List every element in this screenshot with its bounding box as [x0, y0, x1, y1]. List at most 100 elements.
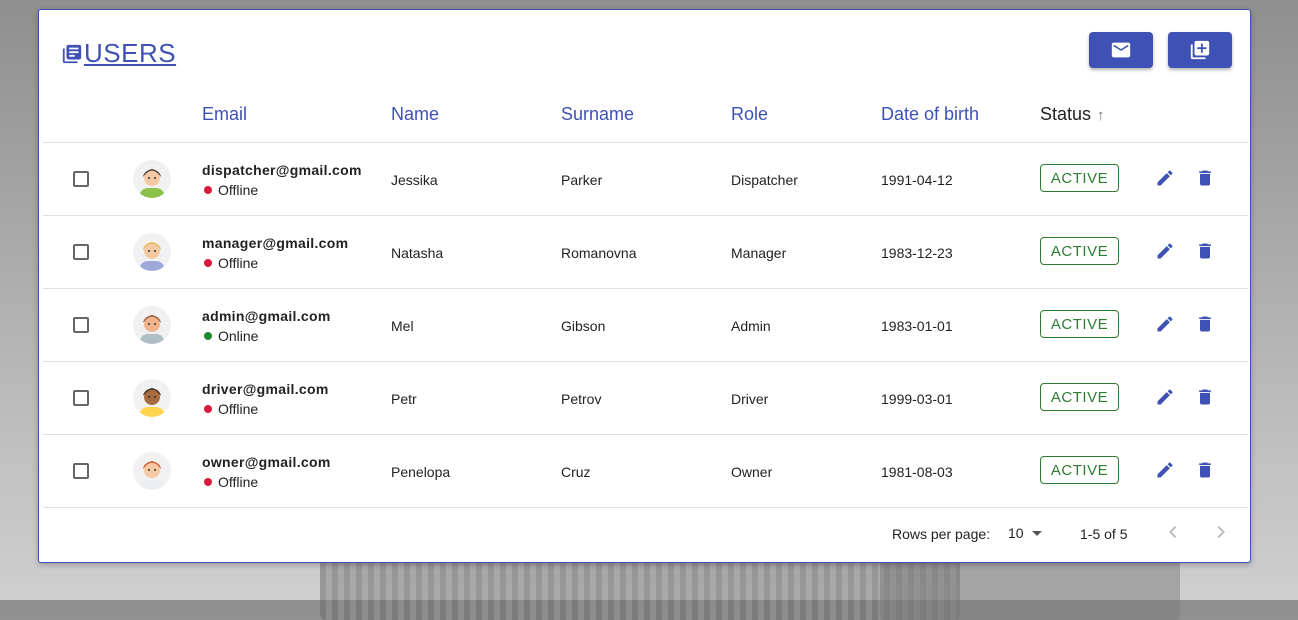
user-name: Petr: [391, 391, 417, 407]
mail-icon: [1111, 42, 1131, 58]
user-role: Driver: [731, 391, 769, 407]
edit-button[interactable]: [1155, 168, 1175, 188]
user-dob: 1991-04-12: [881, 172, 953, 188]
table-row: owner@gmail.com Offline Penelopa Cruz Ow…: [43, 435, 1248, 508]
presence-status: Online: [204, 328, 258, 344]
pencil-icon: [1157, 462, 1173, 478]
status-badge: ACTIVE: [1040, 237, 1119, 265]
presence-status: Offline: [204, 474, 258, 490]
users-card: USERS Email Name Surname Role Date of bi…: [38, 9, 1251, 563]
edit-button[interactable]: [1155, 460, 1175, 480]
trash-icon: [1199, 389, 1211, 405]
column-header-email[interactable]: Email: [202, 104, 247, 125]
arrow-up-icon: ↑: [1097, 107, 1105, 124]
presence-status: Offline: [204, 182, 258, 198]
woman-blonde-avatar: [133, 233, 171, 271]
library-add-icon: [1190, 40, 1210, 60]
add-user-button[interactable]: [1168, 32, 1232, 68]
user-email: dispatcher@gmail.com: [202, 162, 362, 178]
page-title-group: USERS: [61, 38, 176, 69]
user-role: Admin: [731, 318, 771, 334]
edit-button[interactable]: [1155, 314, 1175, 334]
mail-button[interactable]: [1089, 32, 1153, 68]
delete-button[interactable]: [1195, 460, 1215, 480]
presence-label: Online: [218, 328, 259, 344]
user-email: driver@gmail.com: [202, 381, 329, 397]
presence-label: Offline: [218, 255, 259, 271]
pencil-icon: [1157, 389, 1173, 405]
row-checkbox[interactable]: [73, 317, 89, 333]
user-email: manager@gmail.com: [202, 235, 349, 251]
trash-icon: [1199, 462, 1211, 478]
previous-page-button[interactable]: [1161, 520, 1185, 544]
presence-dot-icon: [204, 478, 212, 486]
user-email: owner@gmail.com: [202, 454, 331, 470]
user-surname: Cruz: [561, 464, 591, 480]
presence-status: Offline: [204, 255, 258, 271]
avatar-illustration: [140, 242, 164, 271]
column-header-surname[interactable]: Surname: [561, 104, 634, 125]
user-surname: Romanovna: [561, 245, 637, 261]
presence-dot-icon: [204, 186, 212, 194]
chevron-right-icon: [1217, 526, 1225, 538]
user-surname: Gibson: [561, 318, 606, 334]
delete-button[interactable]: [1195, 168, 1215, 188]
trash-icon: [1199, 316, 1211, 332]
column-header-role[interactable]: Role: [731, 104, 768, 125]
table-header: Email Name Surname Role Date of birth St…: [43, 82, 1248, 143]
man-dark-avatar: [133, 379, 171, 417]
user-dob: 1981-08-03: [881, 464, 953, 480]
user-surname: Petrov: [561, 391, 602, 407]
user-dob: 1983-01-01: [881, 318, 953, 334]
status-badge: ACTIVE: [1040, 310, 1119, 338]
avatar-illustration: [140, 315, 164, 344]
woman-braid-avatar: [133, 160, 171, 198]
user-role: Dispatcher: [731, 172, 798, 188]
page-title[interactable]: USERS: [84, 38, 176, 69]
delete-button[interactable]: [1195, 241, 1215, 261]
rows-per-page-select[interactable]: 10: [1008, 525, 1042, 541]
table-row: manager@gmail.com Offline Natasha Romano…: [43, 216, 1248, 289]
column-header-dob[interactable]: Date of birth: [881, 104, 979, 125]
presence-label: Offline: [218, 474, 259, 490]
background-trailer: [880, 560, 1180, 620]
user-name: Natasha: [391, 245, 444, 261]
user-surname: Parker: [561, 172, 603, 188]
avatar-illustration: [140, 461, 164, 490]
column-header-status[interactable]: Status ↑: [1040, 104, 1105, 125]
column-header-name[interactable]: Name: [391, 104, 439, 125]
library-books-icon: [62, 44, 82, 63]
rows-per-page-value: 10: [1008, 525, 1024, 541]
user-role: Owner: [731, 464, 773, 480]
chevron-down-icon: [1031, 530, 1042, 536]
row-checkbox[interactable]: [73, 463, 89, 479]
user-name: Mel: [391, 318, 414, 334]
man-beard-avatar: [133, 306, 171, 344]
row-checkbox[interactable]: [73, 244, 89, 260]
user-email: admin@gmail.com: [202, 308, 331, 324]
table-row: dispatcher@gmail.com Offline Jessika Par…: [43, 143, 1248, 216]
row-checkbox[interactable]: [73, 390, 89, 406]
next-page-button[interactable]: [1209, 520, 1233, 544]
trash-icon: [1199, 243, 1211, 259]
edit-button[interactable]: [1155, 241, 1175, 261]
pencil-icon: [1157, 243, 1173, 259]
pagination-range: 1-5 of 5: [1080, 526, 1128, 542]
avatar-illustration: [140, 388, 164, 417]
table-row: driver@gmail.com Offline Petr Petrov Dri…: [43, 362, 1248, 435]
row-checkbox[interactable]: [73, 171, 89, 187]
delete-button[interactable]: [1195, 387, 1215, 407]
edit-button[interactable]: [1155, 387, 1175, 407]
presence-label: Offline: [218, 182, 259, 198]
pencil-icon: [1157, 170, 1173, 186]
avatar-illustration: [140, 169, 164, 198]
delete-button[interactable]: [1195, 314, 1215, 334]
table-pagination: Rows per page: 10 1-5 of 5: [39, 510, 1250, 558]
status-badge: ACTIVE: [1040, 164, 1119, 192]
presence-dot-icon: [204, 405, 212, 413]
rows-per-page-label: Rows per page:: [892, 526, 991, 542]
table-row: admin@gmail.com Online Mel Gibson Admin …: [43, 289, 1248, 362]
trash-icon: [1199, 170, 1211, 186]
user-name: Jessika: [391, 172, 438, 188]
presence-dot-icon: [204, 332, 212, 340]
